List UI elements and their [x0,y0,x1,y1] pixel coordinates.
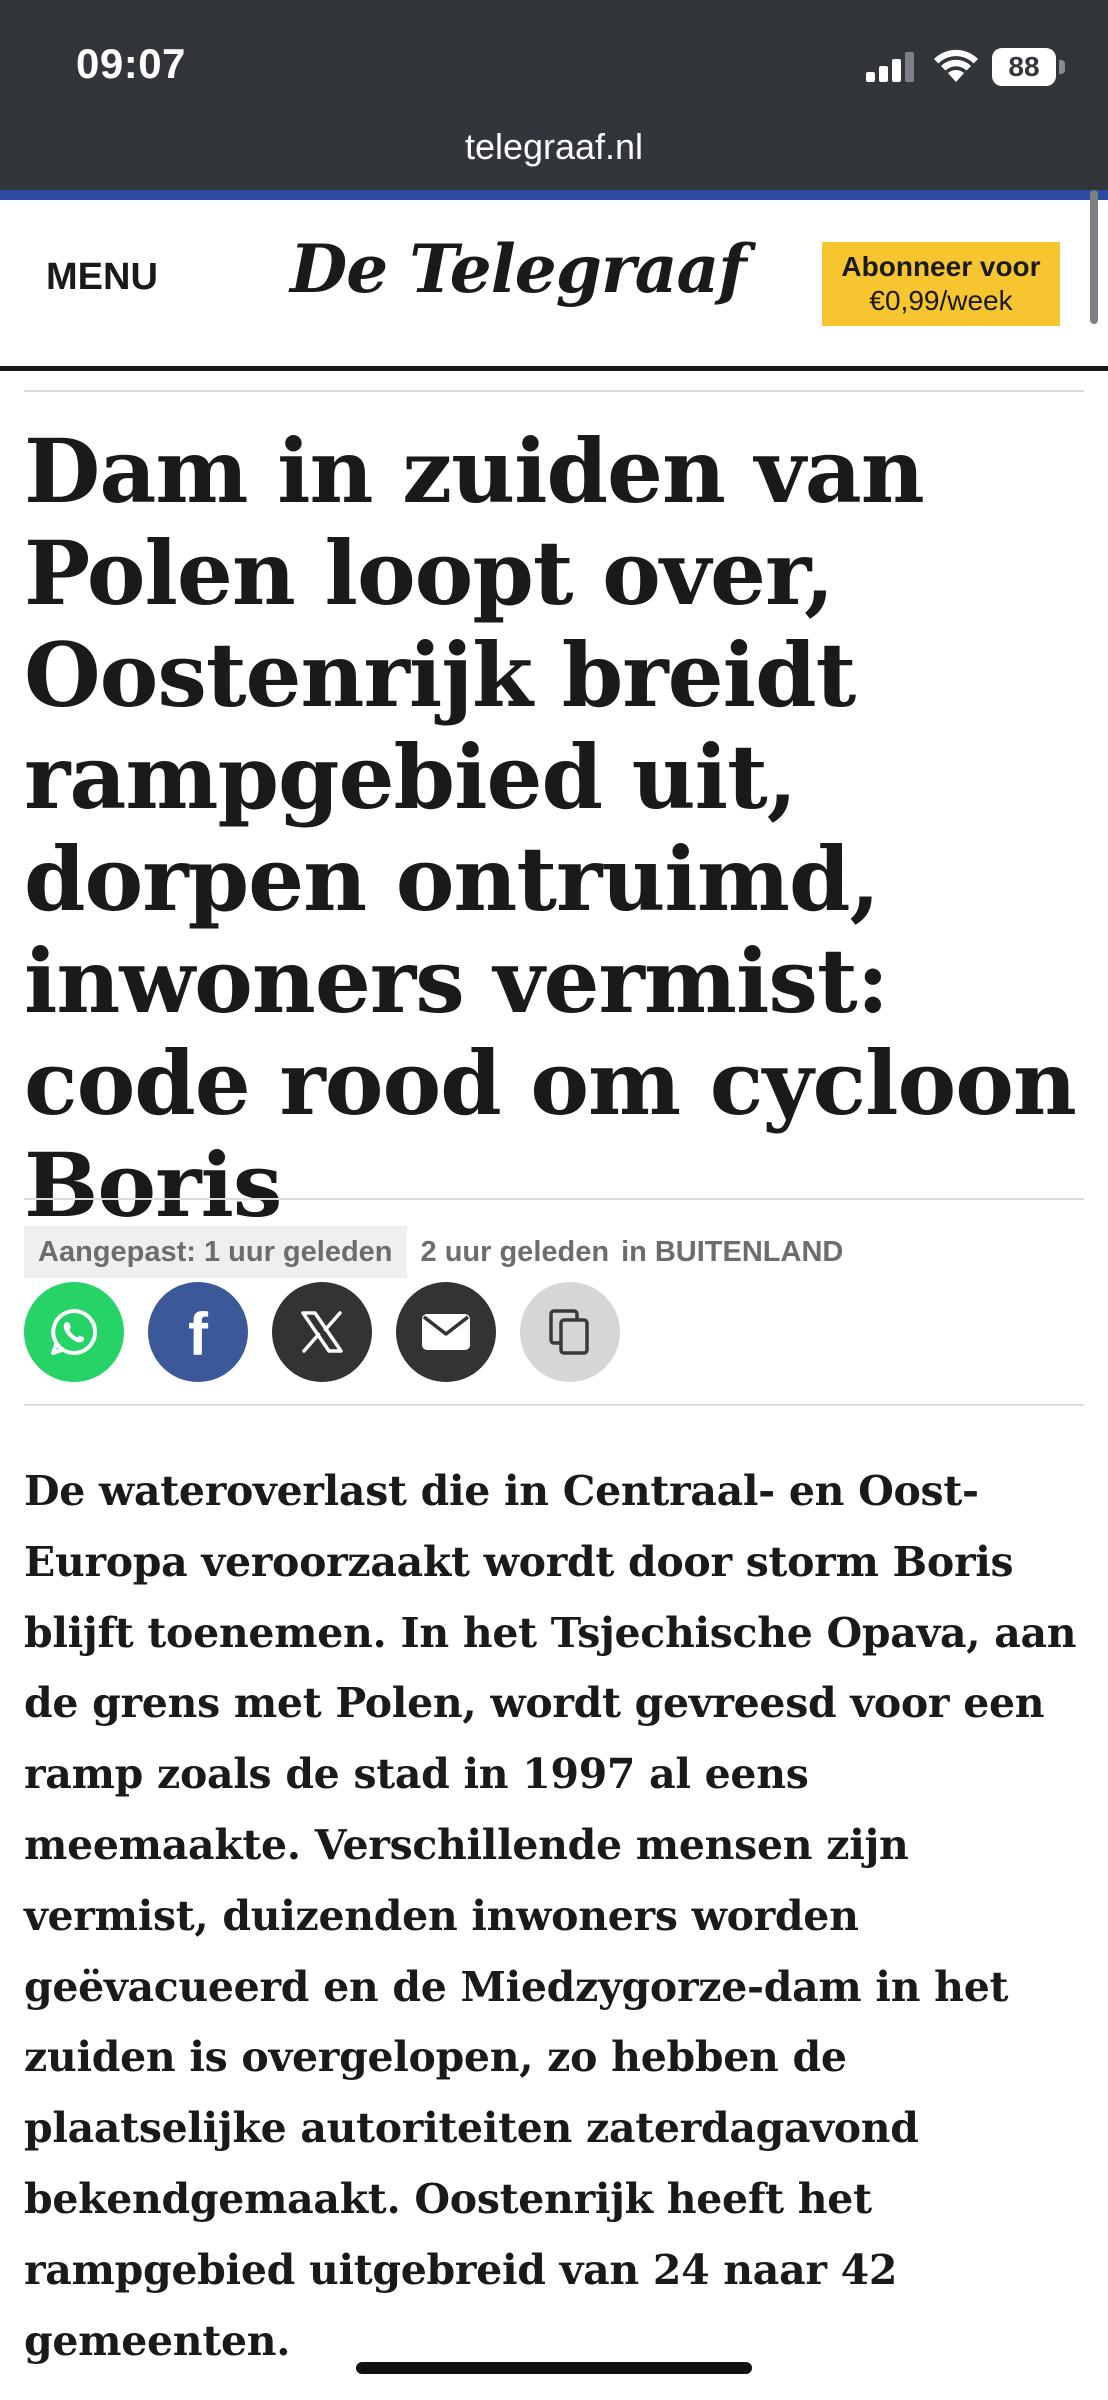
site-header: MENU De Telegraaf Abonneer voor €0,99/we… [0,200,1108,368]
brand-strip [0,190,1108,200]
published-time: 2 uur geleden [420,1235,610,1268]
whatsapp-icon [51,1308,98,1355]
share-copy-button[interactable] [520,1282,620,1382]
share-whatsapp-button[interactable] [24,1282,124,1382]
address-bar-url[interactable]: telegraaf.nl [0,126,1108,168]
section-prefix: in [621,1235,647,1268]
share-facebook-button[interactable]: f [148,1282,248,1382]
site-logo[interactable]: De Telegraaf [290,230,747,308]
article-meta: Aangepast: 1 uur geleden 2 uur geleden i… [24,1226,843,1278]
home-indicator[interactable] [356,2362,752,2374]
subscribe-price: €0,99/week [869,285,1013,316]
scrollbar-thumb[interactable] [1090,190,1098,324]
status-time: 09:07 [76,40,186,87]
battery-level: 88 [1008,51,1040,82]
signal-icon [866,52,914,82]
divider [24,1198,1084,1200]
battery-cap [1059,60,1065,74]
battery-icon: 88 [992,48,1068,86]
wifi-icon [934,49,978,82]
header-divider [0,366,1108,371]
mail-icon [422,1314,470,1350]
article-headline: Dam in zuiden van Polen loopt over, Oost… [24,419,1077,1237]
article-intro: De wateroverlast die in Centraal- en Oos… [24,1467,1077,2365]
divider [24,1404,1084,1406]
divider [24,390,1084,392]
facebook-icon: f [188,1301,208,1368]
menu-button[interactable]: MENU [46,256,158,299]
subscribe-button[interactable]: Abonneer voor €0,99/week [822,242,1060,326]
updated-badge: Aangepast: 1 uur geleden [24,1226,407,1278]
x-icon [301,1311,343,1353]
section-link[interactable]: BUITENLAND [655,1236,844,1269]
browser-chrome: 09:07 88 telegraaf.nl [0,0,1108,190]
share-x-button[interactable] [272,1282,372,1382]
subscribe-label: Abonneer voor [841,251,1041,282]
share-email-button[interactable] [396,1282,496,1382]
copy-icon [549,1309,589,1355]
